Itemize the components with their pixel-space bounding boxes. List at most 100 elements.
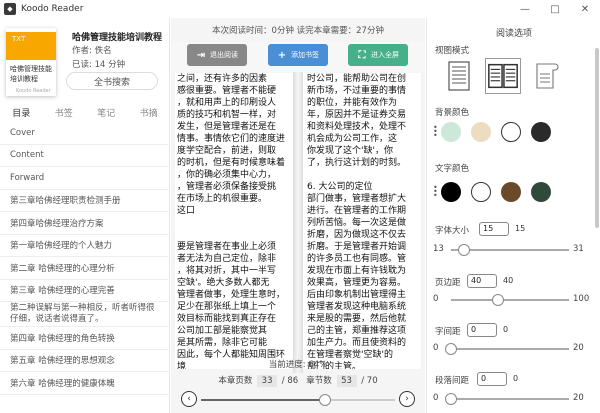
page-text-line: 你发现了这个'缺'，你 [307, 146, 393, 156]
page-text-line: 情事。事情依它们的速度进 [177, 134, 286, 144]
toc-item[interactable]: 第三章 哈佛经理的心理完善 [0, 280, 170, 302]
page-text-line: 效果高，管理更为容易。 [307, 278, 407, 288]
toc-item[interactable]: 第四章哈佛经理治疗方案 [0, 212, 170, 235]
page-text-line: 感很重要。管理者不能硬 [177, 86, 277, 96]
tab-bookmarks[interactable]: 书签 [43, 106, 86, 122]
window-controls: — □ ✕ [510, 0, 600, 18]
toc-item[interactable]: 第一章哈佛经理的个人魅力 [0, 235, 170, 257]
font-size-slider[interactable] [451, 244, 569, 256]
bg-color-swatch[interactable] [441, 122, 461, 142]
tab-toc[interactable]: 目录 [0, 106, 43, 122]
font-size-slider-thumb[interactable] [457, 244, 470, 256]
exit-reading-button[interactable]: ⇥ 退出阅读 [187, 44, 247, 66]
chapter-total: / 70 [361, 376, 378, 386]
progress-slider-fill [201, 399, 326, 401]
title-bar: ◆ Koodo Reader — □ ✕ [0, 0, 600, 18]
bg-color-swatch[interactable] [471, 122, 491, 142]
add-bookmark-button[interactable]: + 添加书签 [268, 44, 328, 66]
book-read-time: 已读: 14 分钟 [72, 60, 126, 70]
tab-notes[interactable]: 笔记 [85, 106, 128, 122]
chapter-current-input[interactable]: 53 [336, 375, 357, 387]
chapter-count-label: 章节数 [306, 376, 332, 386]
book-title: 哈佛管理技能培训教程 [72, 33, 163, 43]
font-size-input[interactable]: 15 [479, 222, 509, 236]
font-size-min: 13 [433, 244, 444, 254]
exit-icon: ⇥ [196, 49, 206, 61]
progress-slider-thumb[interactable] [319, 394, 332, 406]
settings-scrollbar[interactable] [595, 48, 599, 228]
single-page-mode-icon[interactable] [441, 58, 477, 94]
close-button[interactable]: ✕ [570, 0, 600, 18]
page-text-line: ，你的确必须集中心力， [177, 170, 277, 180]
toc-item[interactable]: 第四章 哈佛经理的角色转换 [0, 327, 170, 350]
next-page-button[interactable]: › [399, 391, 415, 407]
margin-slider[interactable] [451, 294, 569, 306]
page-text-line: 效目标而能找到真正存在 [177, 314, 277, 324]
reader-toolbar: ⇥ 退出阅读 + 添加书签 ⛶ 进入全屏 [171, 42, 425, 72]
page-text-line: 是其所需，除非它可能 [177, 338, 268, 348]
text-color-swatch[interactable] [471, 182, 491, 202]
toc-item[interactable]: Content [0, 145, 170, 167]
book-cover[interactable]: TXT 哈佛管理技能培训教程 Koodo Reader [6, 28, 56, 96]
left-page[interactable]: 之间，还有许多的因素 感很重要。管理者不能硬 ，就和用声上的印刷设人 质的技巧和机智一… [175, 73, 293, 369]
scroll-mode-icon[interactable] [529, 58, 565, 94]
app-title: Koodo Reader [21, 4, 84, 14]
para-spacing-slider[interactable] [445, 393, 569, 405]
page-text-line: 质的技巧和机智一样，对 [177, 110, 277, 120]
left-sidebar: TXT 哈佛管理技能培训教程 Koodo Reader 哈佛管理技能培训教程 作… [0, 18, 170, 413]
letter-spacing-min: 0 [433, 343, 439, 353]
more-text-colors-icon[interactable]: • • • [433, 184, 438, 200]
page-text-line: 后由印象机制出管理得主 [307, 290, 407, 300]
cover-brand: Koodo Reader [16, 88, 51, 94]
text-color-swatch[interactable] [531, 182, 551, 202]
para-spacing-input[interactable]: 0 [477, 372, 507, 386]
right-page[interactable]: 时公司，能帮助公司在创 新市场，不过重要的事情 的职位，并能有效作为 年，原因并不是证… [303, 73, 421, 369]
more-bg-colors-icon[interactable]: • • • [433, 124, 438, 140]
toc-item[interactable]: Forward [0, 167, 170, 190]
page-text-line: 管理者发现这种电脑系统 [307, 302, 407, 312]
bg-color-swatch[interactable] [531, 122, 551, 142]
tab-highlights[interactable]: 书摘 [128, 106, 171, 122]
para-spacing-slider-thumb[interactable] [445, 393, 457, 405]
toc-item[interactable]: 第六章 哈佛经理的健康体魄 [0, 372, 170, 395]
minimize-button[interactable]: — [510, 0, 540, 18]
settings-panel: 阅读选项 视图模式 背景颜色 • • • 文字颜色 • • • 字体大小 15 … [426, 18, 600, 413]
progress-slider[interactable] [201, 394, 395, 406]
progress-label: 当前进度: 64% [268, 360, 328, 370]
letter-spacing-slider[interactable] [445, 343, 569, 355]
text-color-swatch[interactable] [441, 182, 461, 202]
double-page-mode-icon[interactable] [485, 58, 521, 94]
page-text-line: 在市场上的机很重要。 [177, 194, 268, 204]
page-text-line: 己的主管，郑重推荐这项 [307, 326, 407, 336]
page-text-line: 新市场，不过重要的事情 [307, 86, 407, 96]
page-text-line: 管理者做事，处理生意时， [177, 290, 286, 300]
chevron-left-icon: ‹ [187, 394, 191, 404]
page-text-line: 机会成为公司工作，这 [307, 134, 398, 144]
page-current-input[interactable]: 33 [257, 375, 278, 387]
fullscreen-button[interactable]: ⛶ 进入全屏 [348, 44, 408, 66]
page-text-line: 加生产力。而且使资料的 [307, 338, 407, 348]
search-book-button[interactable]: 全书搜索 [66, 72, 158, 90]
text-color-swatch[interactable] [501, 182, 521, 202]
maximize-button[interactable]: □ [540, 0, 570, 18]
toc-item[interactable]: Cover [0, 122, 170, 145]
page-text-line: 的时机，但是有时候意味着 [177, 158, 286, 168]
letter-spacing-input[interactable]: 0 [467, 323, 497, 337]
bg-color-swatch[interactable] [501, 122, 521, 142]
page-text-line: 来是股的需要，然后他就 [307, 314, 407, 324]
toc-item[interactable]: 第二章 哈佛经理的心理分析 [0, 257, 170, 280]
toc-item[interactable]: 第二种误解与第一种相反，听者听得很仔细，说话者说得直了。 [0, 302, 170, 327]
margin-value: 40 [503, 276, 514, 285]
margin-slider-thumb[interactable] [492, 294, 505, 306]
exit-reading-label: 退出阅读 [210, 51, 238, 59]
page-text-line: 折磨，因为做现这不仅去 [307, 230, 407, 240]
add-bookmark-label: 添加书签 [291, 51, 319, 59]
page-text-line: 年，原因并不是证券交易 [307, 110, 407, 120]
toc-item[interactable]: 第三章哈佛经理职责检测手册 [0, 190, 170, 212]
page-text-line: 的许多员工也有同感。管 [307, 254, 407, 264]
toc-item[interactable]: 第五章 哈佛经理的思想观念 [0, 350, 170, 372]
letter-spacing-slider-thumb[interactable] [445, 343, 457, 355]
reader-area: 本次阅读时间：0分钟 读完本章需要：27分钟 之间，还有许多的因素 感很重要。管理… [171, 18, 425, 413]
margin-input[interactable]: 40 [467, 274, 497, 288]
prev-page-button[interactable]: ‹ [181, 391, 197, 407]
